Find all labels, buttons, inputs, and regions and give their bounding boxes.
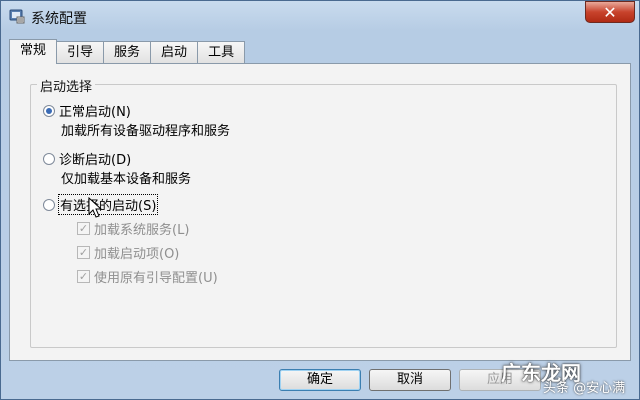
system-config-window: 系统配置 ✕ 常规 引导 服务 启动 工具 启动选择 正常启动(N) 加载所有设… — [0, 0, 640, 400]
general-tab-panel: 启动选择 正常启动(N) 加载所有设备驱动程序和服务 诊断启动(D) 仅加载基本… — [9, 63, 631, 361]
load-startup-items-checkbox[interactable]: ✓ — [77, 246, 90, 259]
normal-startup-radio[interactable] — [43, 104, 55, 117]
use-original-boot-config-label: 使用原有引导配置(U) — [94, 271, 218, 286]
use-original-boot-config-checkbox[interactable]: ✓ — [77, 270, 90, 283]
msconfig-app-icon — [9, 9, 25, 24]
load-startup-items-option[interactable]: ✓ 加载启动项(O) — [77, 243, 179, 262]
watermark-caption: 头条 @安心满 — [543, 381, 626, 396]
load-system-services-checkbox[interactable]: ✓ — [77, 222, 90, 235]
title-bar[interactable]: 系统配置 ✕ — [1, 1, 639, 33]
tab-startup[interactable]: 启动 — [150, 41, 199, 63]
load-system-services-label: 加载系统服务(L) — [94, 223, 190, 238]
startup-selection-group: 启动选择 正常启动(N) 加载所有设备驱动程序和服务 诊断启动(D) 仅加载基本… — [30, 76, 617, 348]
tab-services[interactable]: 服务 — [103, 41, 152, 63]
selective-startup-radio[interactable] — [43, 198, 55, 211]
tab-general[interactable]: 常规 — [9, 39, 58, 64]
tab-tools[interactable]: 工具 — [197, 41, 246, 63]
diagnostic-startup-description: 仅加载基本设备和服务 — [61, 172, 192, 187]
close-icon: ✕ — [603, 2, 617, 22]
diagnostic-startup-label: 诊断启动(D) — [59, 153, 132, 168]
tab-boot[interactable]: 引导 — [56, 41, 105, 63]
cancel-button[interactable]: 取消 — [369, 369, 451, 391]
group-title: 启动选择 — [37, 76, 96, 95]
use-original-boot-config-option[interactable]: ✓ 使用原有引导配置(U) — [77, 267, 218, 286]
normal-startup-description: 加载所有设备驱动程序和服务 — [61, 124, 231, 139]
diagnostic-startup-radio[interactable] — [43, 152, 55, 165]
mouse-pointer-icon — [88, 197, 102, 218]
close-button[interactable]: ✕ — [585, 1, 635, 23]
ok-button[interactable]: 确定 — [279, 369, 361, 391]
load-startup-items-label: 加载启动项(O) — [94, 247, 180, 262]
selective-startup-label: 有选择的启动(S) — [57, 194, 159, 215]
load-system-services-option[interactable]: ✓ 加载系统服务(L) — [77, 219, 189, 238]
normal-startup-option[interactable]: 正常启动(N) — [43, 101, 131, 120]
diagnostic-startup-option[interactable]: 诊断启动(D) — [43, 149, 131, 168]
tab-strip: 常规 引导 服务 启动 工具 — [9, 39, 246, 64]
normal-startup-label: 正常启动(N) — [59, 105, 131, 120]
window-title: 系统配置 — [31, 11, 87, 27]
